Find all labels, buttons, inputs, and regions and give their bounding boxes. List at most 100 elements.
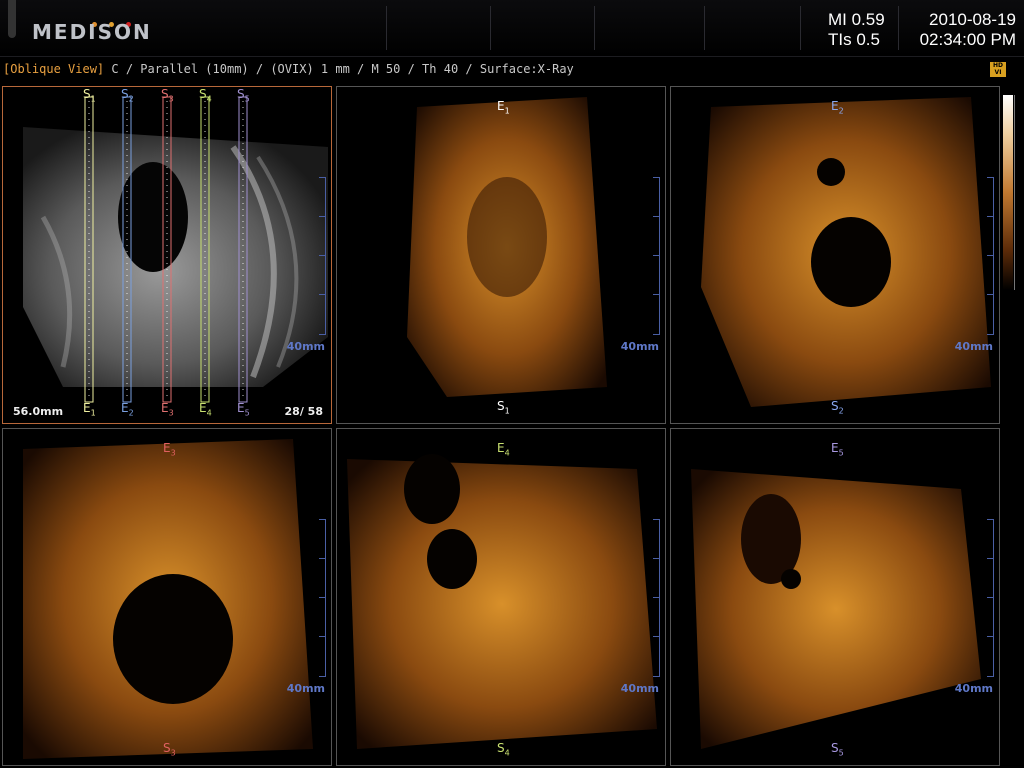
label-letter: E — [161, 401, 169, 415]
badge-line2: VI — [994, 69, 1002, 76]
label-index: 4 — [206, 408, 212, 418]
slice-view-2[interactable]: 40mm E2 S2 — [670, 86, 1000, 424]
slice-end-label: E2 — [121, 401, 134, 417]
reference-view[interactable]: 40mm 56.0mm 28/ 58 S1 E1 S2 E2 S3 E3 S4 E4 S5 E5 — [2, 86, 332, 424]
divider — [898, 6, 899, 50]
label-letter: S — [831, 399, 839, 413]
slice-start-label: S5 — [237, 87, 250, 103]
slice-view-3[interactable]: 40mm E3 S3 — [2, 428, 332, 766]
top-bar: MEDISON MI 0.59 TIs 0.5 2010-08-19 02:34… — [0, 0, 1024, 57]
label-index: 1 — [90, 94, 96, 104]
label-index: 2 — [128, 408, 134, 418]
rendered-volume-image — [407, 97, 607, 397]
label-index: 3 — [170, 448, 176, 458]
divider — [800, 6, 801, 50]
slice-start-label: S2 — [831, 399, 844, 415]
depth-ruler — [651, 177, 660, 335]
label-letter: E — [121, 401, 129, 415]
slice-end-label: E1 — [83, 401, 96, 417]
slice-start-label: S5 — [831, 741, 844, 757]
hdvi-badge: HD VI — [990, 62, 1006, 77]
label-letter: E — [199, 401, 207, 415]
label-index: 1 — [90, 408, 96, 418]
frame-counter: 28/ 58 — [284, 405, 323, 418]
slice-view-1[interactable]: 40mm E1 S1 — [336, 86, 666, 424]
label-letter: E — [831, 441, 839, 455]
label-letter: S — [497, 741, 505, 755]
menu-handle[interactable] — [8, 0, 16, 38]
reference-image — [23, 96, 328, 403]
rendered-volume-image — [347, 454, 657, 749]
slice-end-label: E4 — [497, 441, 510, 457]
label-letter: S — [83, 87, 91, 101]
label-index: 3 — [168, 94, 174, 104]
depth-ruler — [317, 177, 326, 335]
label-index: 5 — [838, 748, 844, 758]
label-index: 1 — [504, 406, 510, 416]
rendered-volume-image — [691, 469, 981, 749]
slice-start-label: S3 — [163, 741, 176, 757]
label-letter: S — [497, 399, 505, 413]
slice-view-4[interactable]: 40mm E4 S4 — [336, 428, 666, 766]
slice-start-label: S1 — [497, 399, 510, 415]
badge-line1: HD — [992, 62, 1003, 69]
depth-ruler — [985, 519, 994, 677]
color-map-ticks — [1014, 95, 1021, 290]
slice-end-label: E1 — [497, 99, 510, 115]
slice-end-label: E4 — [199, 401, 212, 417]
color-map-bar — [1003, 95, 1013, 290]
scale-label: 40mm — [286, 682, 325, 695]
label-index: 1 — [504, 106, 510, 116]
slice-view-5[interactable]: 40mm E5 S5 — [670, 428, 1000, 766]
label-index: 4 — [206, 94, 212, 104]
time: 02:34:00 PM — [919, 30, 1016, 49]
divider — [490, 6, 491, 50]
depth-ruler — [651, 519, 660, 677]
slice-end-label: E3 — [163, 441, 176, 457]
slice-start-label: S2 — [121, 87, 134, 103]
slice-end-label: E5 — [237, 401, 250, 417]
view-mode[interactable]: [Oblique View] — [3, 62, 104, 76]
label-letter: S — [831, 741, 839, 755]
label-index: 2 — [838, 106, 844, 116]
label-letter: E — [163, 441, 171, 455]
depth-readout: 56.0mm — [13, 405, 64, 418]
scale-label: 40mm — [286, 340, 325, 353]
brand-logo: MEDISON — [32, 20, 152, 44]
label-letter: S — [163, 741, 171, 755]
depth-ruler — [985, 177, 994, 335]
label-index: 5 — [244, 408, 250, 418]
label-letter: S — [199, 87, 207, 101]
divider — [386, 6, 387, 50]
label-letter: E — [237, 401, 245, 415]
label-letter: S — [237, 87, 245, 101]
label-letter: E — [831, 99, 839, 113]
label-index: 3 — [168, 408, 174, 418]
label-index: 4 — [504, 748, 510, 758]
divider — [704, 6, 705, 50]
mi-value: MI 0.59 — [828, 10, 885, 29]
label-letter: E — [83, 401, 91, 415]
date: 2010-08-19 — [929, 10, 1016, 29]
slice-start-label: S3 — [161, 87, 174, 103]
label-letter: S — [161, 87, 169, 101]
label-index: 2 — [838, 406, 844, 416]
slice-end-label: E3 — [161, 401, 174, 417]
date-time: 2010-08-19 02:34:00 PM — [918, 10, 1016, 50]
slice-end-label: E5 — [831, 441, 844, 457]
rendered-volume-image — [23, 439, 313, 759]
label-index: 5 — [838, 448, 844, 458]
tis-value: TIs 0.5 — [828, 30, 880, 49]
slice-start-label: S1 — [83, 87, 96, 103]
status-line: [Oblique View] C / Parallel (10mm) / (OV… — [3, 62, 574, 76]
scale-label: 40mm — [620, 682, 659, 695]
label-index: 2 — [128, 94, 134, 104]
scale-label: 40mm — [954, 682, 993, 695]
label-index: 4 — [504, 448, 510, 458]
label-index: 5 — [244, 94, 250, 104]
slice-start-label: S4 — [497, 741, 510, 757]
label-index: 3 — [170, 748, 176, 758]
rendered-volume-image — [701, 97, 991, 407]
scale-label: 40mm — [620, 340, 659, 353]
divider — [594, 6, 595, 50]
